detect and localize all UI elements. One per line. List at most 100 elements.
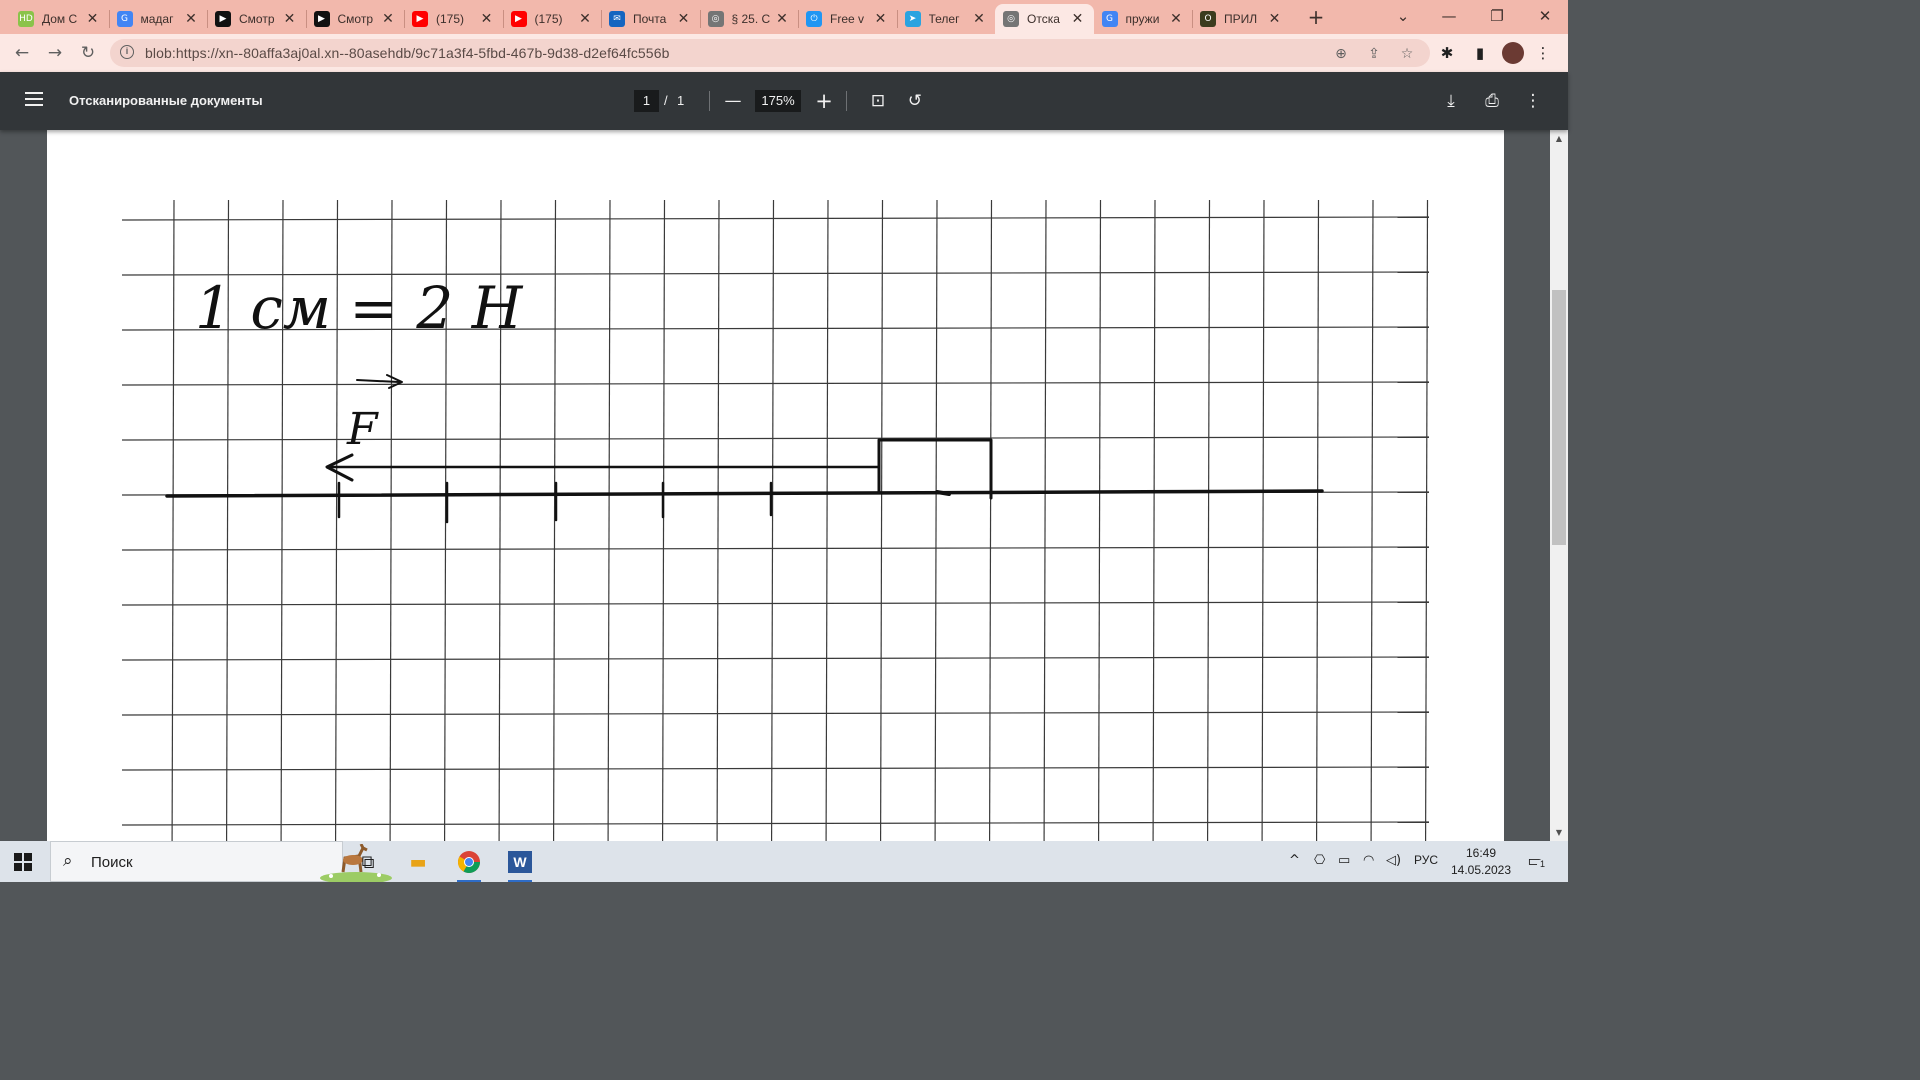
browser-menu-icon[interactable]: ⋮ <box>1533 43 1553 63</box>
tab-close-icon[interactable]: ✕ <box>873 11 889 27</box>
profile-avatar[interactable] <box>1502 42 1524 64</box>
grid-line-horizontal <box>121 711 1430 716</box>
task-view-icon[interactable]: ⧉ <box>352 847 384 877</box>
tab-separator <box>798 10 799 28</box>
youtube-icon: ▶ <box>412 11 428 27</box>
restore-button[interactable]: ❐ <box>1474 4 1520 28</box>
tab-title: пружи <box>1125 12 1160 26</box>
tab-title: Отска <box>1027 12 1060 26</box>
tab-title: Почта <box>633 12 667 26</box>
telegram-icon: ➤ <box>904 11 921 27</box>
scroll-down-arrow[interactable]: ▼ <box>1552 826 1566 840</box>
grid-line-vertical <box>171 199 175 841</box>
browser-tab[interactable]: Gмадаг ✕ <box>109 4 208 34</box>
taskbar-clock[interactable]: 16:49 14.05.2023 <box>1448 845 1514 879</box>
scrollbar-thumb[interactable] <box>1552 290 1566 545</box>
grid-line-vertical <box>770 199 775 841</box>
share-icon[interactable]: ⇪ <box>1365 45 1383 63</box>
tab-separator <box>404 10 405 28</box>
vector-arrow-mark <box>356 374 403 389</box>
grid-line-vertical <box>1315 199 1320 841</box>
zoom-icon[interactable]: ⊕ <box>1332 45 1350 63</box>
browser-tab[interactable]: ▶ Смотр ✕ <box>306 4 405 34</box>
app-icon: O <box>1200 11 1216 27</box>
start-windows-icon[interactable] <box>14 853 32 871</box>
tab-close-icon[interactable]: ✕ <box>1168 11 1184 27</box>
taskbar-search-box[interactable]: ⌕ Поиск <box>50 841 392 882</box>
browser-tab[interactable]: Gпружи ✕ <box>1094 4 1193 34</box>
tab-separator <box>601 10 602 28</box>
scale-label: 1 см = 2 Н <box>195 274 524 342</box>
reload-button[interactable]: ↻ <box>76 41 100 65</box>
pdf-toolbar: Отсканированные документы 1 / 1 — 175% +… <box>0 72 1568 130</box>
minimize-button[interactable]: — <box>1426 4 1472 28</box>
grid-line-vertical <box>1370 199 1374 841</box>
side-panel-icon[interactable]: ▮ <box>1470 43 1490 63</box>
address-bar[interactable]: i blob:https://xn--80affa3aj0al.xn--80as… <box>110 39 1430 67</box>
back-button[interactable]: ← <box>10 41 34 65</box>
grid-line-horizontal <box>121 546 1430 551</box>
close-window-button[interactable]: ✕ <box>1522 4 1568 28</box>
browser-tab[interactable]: ▶ Смотр ✕ <box>207 4 306 34</box>
globe-icon: ◎ <box>1003 11 1019 27</box>
browser-tab[interactable]: HD Дом С ✕ <box>10 4 109 34</box>
chrome-taskbar-icon[interactable] <box>453 847 485 882</box>
browser-tab[interactable]: ➤ Телег ✕ <box>897 4 996 34</box>
browser-tab[interactable]: ▶ (175) ✕ <box>503 4 602 34</box>
scroll-up-arrow[interactable]: ▲ <box>1552 132 1566 146</box>
word-taskbar-icon[interactable]: W <box>504 847 536 882</box>
meet-now-icon[interactable]: ⎔ <box>1314 853 1325 868</box>
fit-page-button[interactable]: ⊡ <box>866 89 890 113</box>
tab-close-icon[interactable]: ✕ <box>183 11 199 27</box>
browser-tab[interactable]: ⏻ Free v ✕ <box>798 4 897 34</box>
volume-icon[interactable]: ◁) <box>1386 853 1401 868</box>
page-number-input[interactable]: 1 <box>634 90 659 112</box>
browser-tab[interactable]: ✉ Почта ✕ <box>601 4 700 34</box>
more-actions-button[interactable]: ⋮ <box>1521 89 1545 113</box>
show-hidden-icons-icon[interactable]: ^ <box>1289 853 1300 868</box>
sidebar-menu-icon[interactable] <box>25 92 43 106</box>
tab-close-icon[interactable]: ✕ <box>676 11 692 27</box>
extensions-icon[interactable]: ✱ <box>1437 43 1457 63</box>
zoom-in-button[interactable]: + <box>812 89 836 113</box>
browser-tab[interactable]: ▶ (175) ✕ <box>404 4 503 34</box>
tab-close-icon[interactable]: ✕ <box>85 11 101 27</box>
zoom-out-button[interactable]: — <box>721 89 745 113</box>
google-icon: G <box>1101 11 1118 27</box>
browser-tab[interactable]: ◎ § 25. С ✕ <box>700 4 799 34</box>
clock-date: 14.05.2023 <box>1450 863 1512 877</box>
print-button[interactable]: ⎙ <box>1480 89 1504 113</box>
battery-icon[interactable]: ▭ <box>1338 853 1350 868</box>
pdf-viewer-area[interactable]: 1 см = 2 Н F <box>0 130 1568 841</box>
url-text[interactable]: blob:https://xn--80affa3aj0al.xn--80aseh… <box>145 45 669 61</box>
site-info-icon[interactable]: i <box>120 45 134 59</box>
browser-tab[interactable]: ◎ Отска ✕ <box>995 4 1094 34</box>
rotate-button[interactable]: ↺ <box>903 89 927 113</box>
tab-close-icon[interactable]: ✕ <box>971 11 987 27</box>
tab-title: мадаг <box>140 12 174 26</box>
play-icon: ▶ <box>215 11 231 27</box>
file-explorer-icon[interactable]: ▬ <box>402 847 434 877</box>
new-tab-button[interactable]: + <box>1305 6 1327 28</box>
forward-button[interactable]: → <box>43 41 67 65</box>
tab-close-icon[interactable]: ✕ <box>774 11 790 27</box>
chrome-icon <box>458 851 480 873</box>
tab-close-icon[interactable]: ✕ <box>577 11 593 27</box>
wifi-icon[interactable]: ◠ <box>1363 853 1374 868</box>
language-indicator[interactable]: РУС <box>1414 853 1438 867</box>
tab-search-button[interactable]: ⌄ <box>1380 4 1426 28</box>
tab-close-icon[interactable]: ✕ <box>1267 11 1283 27</box>
download-button[interactable]: ⤓ <box>1439 89 1463 113</box>
tab-close-icon[interactable]: ✕ <box>1070 11 1086 27</box>
tab-close-icon[interactable]: ✕ <box>282 11 298 27</box>
toolbar-divider <box>846 91 847 111</box>
tab-close-icon[interactable]: ✕ <box>380 11 396 27</box>
tab-close-icon[interactable]: ✕ <box>479 11 495 27</box>
scanned-page: 1 см = 2 Н F <box>47 130 1504 841</box>
notifications-icon[interactable]: ▭ 1 <box>1524 851 1548 871</box>
force-diagram <box>165 374 1324 524</box>
zoom-level-input[interactable]: 175% <box>755 90 801 112</box>
browser-tab[interactable]: O ПРИЛ ✕ <box>1192 4 1291 34</box>
bookmark-star-icon[interactable]: ☆ <box>1398 45 1416 63</box>
grid-line-vertical <box>661 199 666 841</box>
